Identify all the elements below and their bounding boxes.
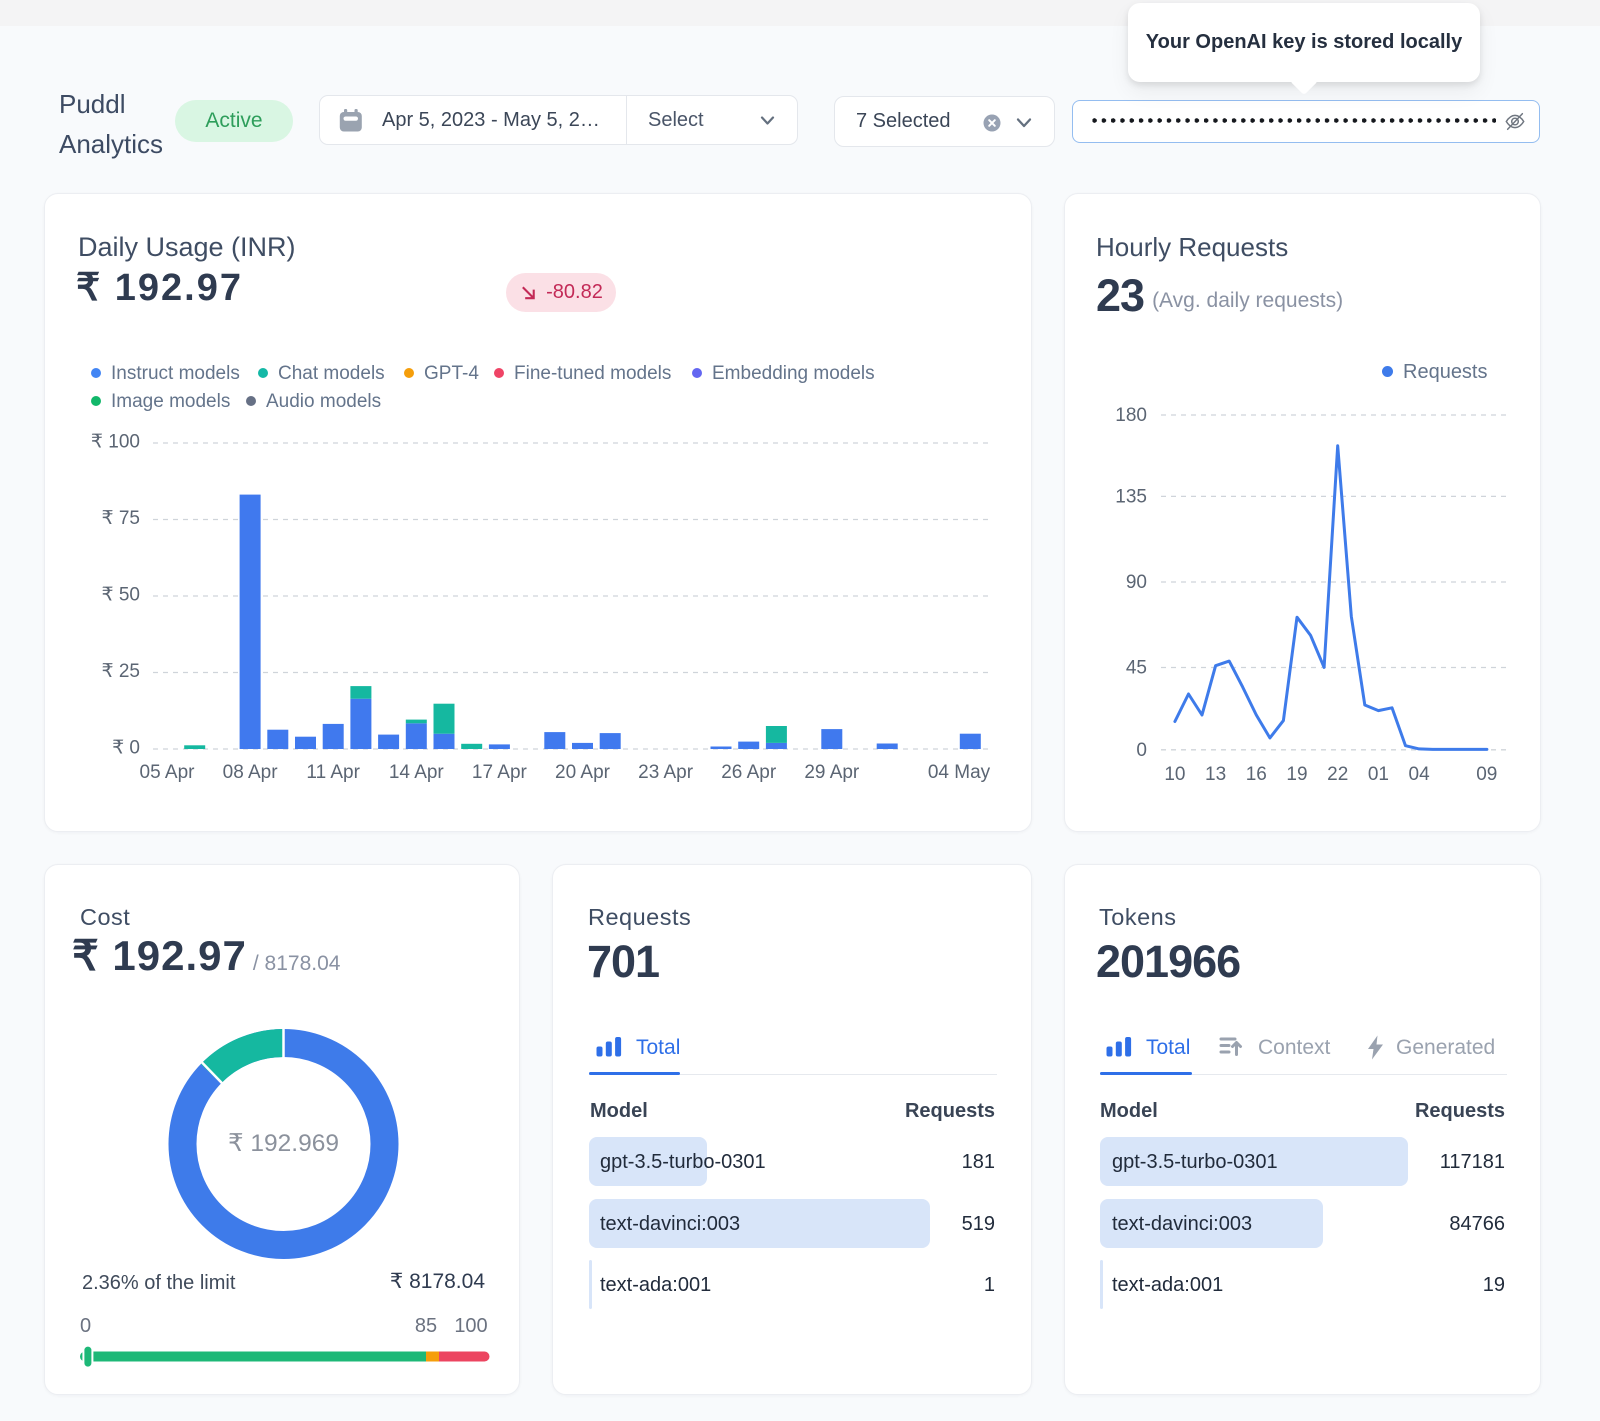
- svg-text:29 Apr: 29 Apr: [804, 762, 860, 783]
- svg-text:26 Apr: 26 Apr: [721, 762, 777, 783]
- svg-text:14 Apr: 14 Apr: [389, 762, 445, 783]
- svg-text:₹ 100: ₹ 100: [91, 432, 140, 453]
- svg-text:₹ 25: ₹ 25: [101, 661, 140, 682]
- svg-text:135: 135: [1115, 486, 1147, 507]
- svg-text:180: 180: [1115, 405, 1147, 426]
- svg-text:11 Apr: 11 Apr: [306, 762, 360, 783]
- svg-text:23 Apr: 23 Apr: [638, 762, 694, 783]
- svg-text:90: 90: [1126, 572, 1147, 593]
- svg-text:₹ 192.969: ₹ 192.969: [228, 1130, 339, 1157]
- svg-text:08 Apr: 08 Apr: [223, 762, 279, 783]
- svg-text:04 May: 04 May: [928, 762, 991, 783]
- svg-text:01: 01: [1368, 764, 1389, 785]
- svg-text:19: 19: [1286, 764, 1307, 785]
- svg-text:04: 04: [1409, 764, 1431, 785]
- svg-text:20 Apr: 20 Apr: [555, 762, 611, 783]
- svg-text:₹ 75: ₹ 75: [101, 508, 140, 529]
- svg-text:100: 100: [454, 1315, 487, 1337]
- svg-text:₹ 0: ₹ 0: [112, 738, 140, 759]
- svg-text:₹ 50: ₹ 50: [101, 585, 140, 606]
- svg-text:85: 85: [415, 1315, 437, 1337]
- svg-text:22: 22: [1327, 764, 1348, 785]
- svg-text:13: 13: [1205, 764, 1226, 785]
- svg-text:16: 16: [1246, 764, 1267, 785]
- svg-text:09: 09: [1476, 764, 1497, 785]
- svg-text:05 Apr: 05 Apr: [140, 762, 196, 783]
- svg-text:10: 10: [1164, 764, 1185, 785]
- svg-text:0: 0: [80, 1315, 91, 1337]
- svg-text:0: 0: [1136, 740, 1147, 761]
- svg-text:45: 45: [1126, 658, 1147, 679]
- svg-text:17 Apr: 17 Apr: [472, 762, 528, 783]
